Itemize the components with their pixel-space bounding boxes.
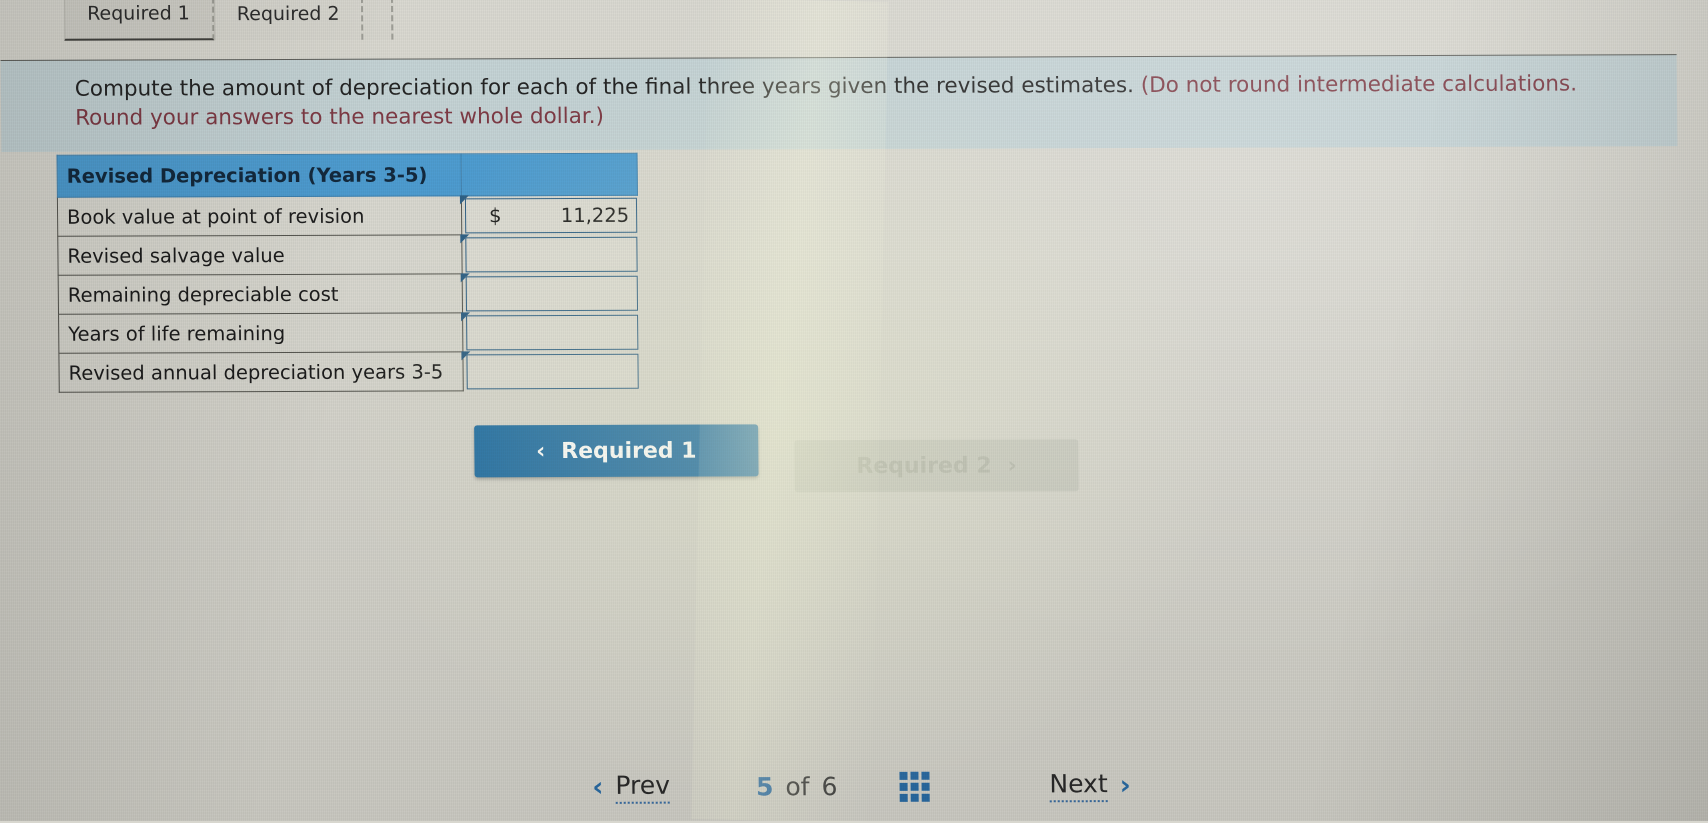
chevron-right-icon: ›	[1120, 770, 1131, 801]
required-1-button-label: Required 1	[561, 438, 697, 463]
table-row: Revised salvage value	[58, 234, 638, 275]
pager-total-pages: 6	[821, 772, 837, 801]
pager-current-page: 5	[756, 772, 774, 801]
input-years-of-life-remaining[interactable]	[466, 314, 638, 350]
row-label-revised-annual-depreciation: Revised annual depreciation years 3-5	[59, 352, 463, 392]
table-header-value	[461, 153, 637, 196]
bottom-pager: ‹ Prev 5 of 6 Next ›	[7, 752, 1708, 821]
pager-prev[interactable]: ‹ Prev	[592, 771, 670, 804]
row-value-remaining-depreciable-cost-cell	[462, 273, 638, 313]
table-row: Book value at point of revision $ 11,225	[57, 195, 637, 236]
row-value-revised-annual-depreciation-cell	[463, 351, 639, 391]
chevron-right-icon: ›	[1008, 453, 1017, 478]
input-remaining-depreciable-cost[interactable]	[466, 275, 638, 311]
input-book-value[interactable]: $ 11,225	[465, 198, 637, 234]
required-1-button[interactable]: ‹ Required 1	[474, 424, 759, 477]
revised-depreciation-table: Revised Depreciation (Years 3-5) Book va…	[56, 153, 639, 393]
table-row: Years of life remaining	[59, 312, 639, 353]
quiz-page: Required 1 Required 2 Compute the amount…	[0, 0, 1708, 821]
row-value-years-of-life-remaining-cell	[463, 312, 639, 352]
row-label-remaining-depreciable-cost: Remaining depreciable cost	[58, 274, 462, 314]
pager-next-label[interactable]: Next	[1049, 769, 1108, 802]
row-label-book-value: Book value at point of revision	[57, 196, 461, 236]
chevron-left-icon: ‹	[592, 772, 603, 803]
table-header-label: Revised Depreciation (Years 3-5)	[57, 154, 461, 197]
row-value-revised-salvage-value-cell	[462, 234, 638, 274]
tab-trailing-spacer	[363, 0, 393, 40]
pager-of-label: of	[785, 772, 809, 801]
row-label-revised-salvage-value: Revised salvage value	[58, 235, 462, 275]
tab-required-1-label: Required 1	[87, 2, 190, 24]
pager-next[interactable]: Next ›	[1049, 769, 1131, 802]
input-revised-annual-depreciation[interactable]	[466, 353, 638, 389]
requirement-nav-buttons: ‹ Required 1 Required 2 ›	[474, 423, 1079, 493]
input-revised-salvage-value[interactable]	[465, 236, 637, 272]
pager-counter: 5 of 6	[756, 772, 838, 801]
input-book-value-text: 11,225	[561, 204, 629, 227]
pager-prev-label[interactable]: Prev	[615, 771, 670, 804]
table-header-row: Revised Depreciation (Years 3-5)	[57, 153, 637, 197]
instruction-panel: Compute the amount of depreciation for e…	[1, 54, 1678, 152]
tab-required-1[interactable]: Required 1	[64, 0, 214, 41]
table-row: Revised annual depreciation years 3-5	[59, 351, 639, 392]
table-row: Remaining depreciable cost	[58, 273, 638, 314]
required-2-button-label: Required 2	[856, 453, 992, 478]
tab-required-2[interactable]: Required 2	[214, 0, 364, 40]
row-label-years-of-life-remaining: Years of life remaining	[59, 313, 463, 353]
tab-required-2-label: Required 2	[237, 3, 340, 25]
grid-icon[interactable]	[899, 771, 929, 801]
instruction-main-text: Compute the amount of depreciation for e…	[75, 73, 1141, 102]
chevron-left-icon: ‹	[536, 439, 545, 464]
required-2-button[interactable]: Required 2 ›	[794, 439, 1079, 492]
requirement-tabs: Required 1 Required 2	[64, 0, 394, 41]
currency-symbol: $	[489, 204, 502, 227]
row-value-book-value-cell: $ 11,225	[461, 195, 637, 235]
